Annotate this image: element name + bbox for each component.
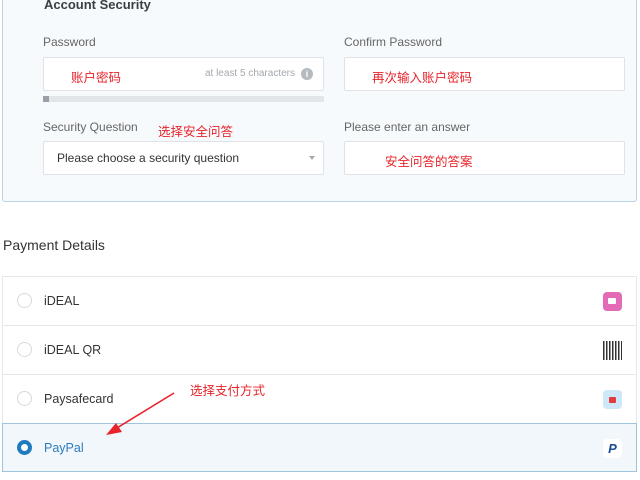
password-strength-bar — [43, 96, 324, 102]
security-question-select[interactable]: Please choose a security question — [43, 141, 324, 175]
account-security-title: Account Security — [44, 0, 151, 12]
payment-method-ideal[interactable]: iDEAL — [2, 276, 637, 325]
password-label: Password — [43, 35, 96, 49]
security-question-label: Security Question — [43, 120, 138, 134]
confirm-password-annotation: 再次输入账户密码 — [372, 70, 473, 85]
payment-details-title: Payment Details — [3, 237, 105, 253]
radio-button-selected[interactable] — [17, 440, 32, 455]
confirm-password-input[interactable]: 再次输入账户密码 — [344, 57, 625, 91]
answer-annotation: 安全问答的答案 — [385, 154, 473, 169]
confirm-password-label: Confirm Password — [344, 35, 443, 49]
chevron-down-icon — [309, 156, 315, 160]
payment-method-ideal-qr[interactable]: iDEAL QR — [2, 325, 637, 374]
qr-code-icon — [603, 341, 622, 360]
payment-method-list: iDEAL iDEAL QR Paysafecard PayPal P — [2, 276, 637, 480]
password-hint: at least 5 characters — [204, 68, 295, 79]
radio-button[interactable] — [17, 342, 32, 357]
password-input[interactable]: 账户密码 at least 5 characters i — [43, 57, 324, 91]
annotation-arrow-icon — [106, 392, 175, 435]
payment-method-paypal[interactable]: PayPal P — [2, 423, 637, 472]
info-icon: i — [301, 68, 313, 80]
radio-button[interactable] — [17, 293, 32, 308]
paypal-icon: P — [603, 439, 622, 458]
payment-annotation: 选择支付方式 — [190, 383, 266, 398]
radio-button[interactable] — [17, 391, 32, 406]
security-question-value: Please choose a security question — [57, 151, 240, 165]
password-strength-fill — [43, 96, 49, 102]
answer-label: Please enter an answer — [344, 120, 471, 134]
security-question-annotation: 选择安全问答 — [158, 124, 234, 139]
payment-method-label: PayPal — [44, 441, 84, 455]
payment-method-label: iDEAL QR — [44, 343, 102, 357]
payment-method-label: iDEAL — [44, 294, 80, 308]
payment-method-paysafecard[interactable]: Paysafecard — [2, 374, 637, 423]
answer-input[interactable]: 安全问答的答案 — [344, 141, 625, 175]
password-annotation: 账户密码 — [71, 70, 122, 85]
ideal-icon — [603, 292, 622, 311]
account-security-panel: Account Security Password 账户密码 at least … — [2, 0, 637, 202]
paysafecard-icon — [603, 390, 622, 409]
